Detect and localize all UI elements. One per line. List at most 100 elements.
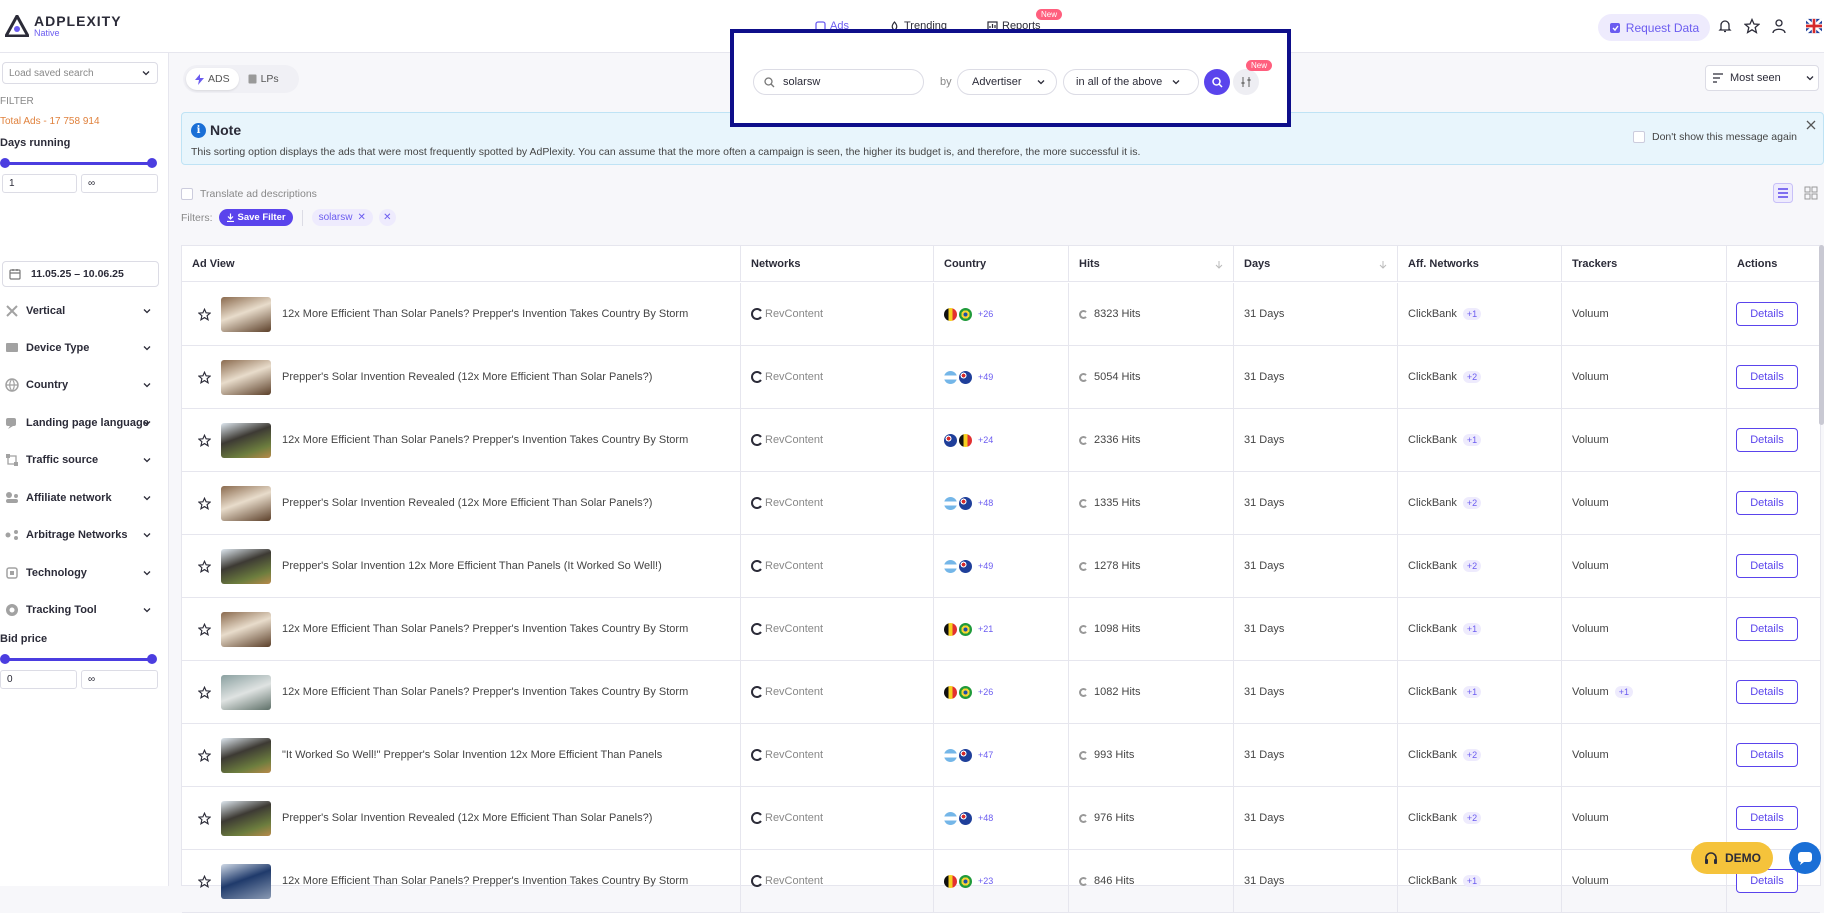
request-data-button[interactable]: Request Data xyxy=(1598,14,1710,41)
details-button[interactable]: Details xyxy=(1736,680,1798,704)
ad-view-cell[interactable]: Prepper's Solar Invention Revealed (12x … xyxy=(182,346,741,408)
aff-more-badge[interactable]: +2 xyxy=(1462,497,1482,509)
ad-thumbnail[interactable] xyxy=(221,548,271,584)
date-range-picker[interactable]: 11.05.25 – 10.06.25 xyxy=(2,261,159,287)
ad-title[interactable]: 12x More Efficient Than Solar Panels? Pr… xyxy=(282,623,688,635)
slider-max-handle[interactable] xyxy=(147,158,157,168)
ad-title[interactable]: Prepper's Solar Invention Revealed (12x … xyxy=(282,812,652,824)
tab-ads[interactable]: ADS xyxy=(186,68,239,90)
country-more-badge[interactable]: +48 xyxy=(974,497,997,509)
aff-more-badge[interactable]: +1 xyxy=(1462,686,1482,698)
ad-view-cell[interactable]: 12x More Efficient Than Solar Panels? Pr… xyxy=(182,850,741,912)
filter-traffic-source[interactable]: Traffic source xyxy=(0,447,156,473)
table-row[interactable]: 12x More Efficient Than Solar Panels? Pr… xyxy=(182,661,1820,724)
table-row[interactable]: Prepper's Solar Invention Revealed (12x … xyxy=(182,787,1820,850)
aff-more-badge[interactable]: +2 xyxy=(1462,371,1482,383)
aff-more-badge[interactable]: +1 xyxy=(1462,308,1482,320)
bell-icon[interactable] xyxy=(1717,18,1733,34)
demo-button[interactable]: DEMO xyxy=(1691,842,1773,874)
user-icon[interactable] xyxy=(1771,18,1787,34)
ad-view-cell[interactable]: 12x More Efficient Than Solar Panels? Pr… xyxy=(182,598,741,660)
col-country[interactable]: Country xyxy=(934,246,1069,282)
col-hits[interactable]: Hits xyxy=(1069,246,1234,282)
country-more-badge[interactable]: +26 xyxy=(974,686,997,698)
filter-landing-language[interactable]: Landing page language xyxy=(0,410,156,436)
ad-thumbnail[interactable] xyxy=(221,422,271,458)
search-field-select[interactable]: Advertiser xyxy=(957,69,1057,95)
scrollbar[interactable] xyxy=(1819,245,1824,425)
aff-more-badge[interactable]: +2 xyxy=(1462,560,1482,572)
aff-more-badge[interactable]: +1 xyxy=(1462,875,1482,887)
ad-thumbnail[interactable] xyxy=(221,611,271,647)
table-row[interactable]: 12x More Efficient Than Solar Panels? Pr… xyxy=(182,850,1820,913)
country-more-badge[interactable]: +24 xyxy=(974,434,997,446)
close-icon[interactable]: ✕ xyxy=(357,212,365,223)
star-icon[interactable] xyxy=(198,307,211,321)
close-icon[interactable] xyxy=(1806,120,1816,130)
filter-vertical[interactable]: Vertical xyxy=(0,298,156,324)
filter-tracking-tool[interactable]: Tracking Tool xyxy=(0,597,156,623)
tab-lps[interactable]: LPs xyxy=(239,68,288,90)
search-button[interactable] xyxy=(1204,69,1230,95)
filter-country[interactable]: Country xyxy=(0,372,156,398)
country-more-badge[interactable]: +23 xyxy=(974,875,997,887)
star-icon[interactable] xyxy=(198,370,211,384)
tracker-more-badge[interactable]: +1 xyxy=(1614,686,1633,698)
star-icon[interactable] xyxy=(1744,18,1760,34)
advanced-search-button[interactable] xyxy=(1233,69,1259,95)
days-min-input[interactable]: 1 xyxy=(2,174,77,193)
country-more-badge[interactable]: +47 xyxy=(974,749,997,761)
details-button[interactable]: Details xyxy=(1736,302,1798,326)
ad-view-cell[interactable]: 12x More Efficient Than Solar Panels? Pr… xyxy=(182,283,741,345)
checkbox[interactable] xyxy=(181,188,193,200)
table-row[interactable]: 12x More Efficient Than Solar Panels? Pr… xyxy=(182,409,1820,472)
country-more-badge[interactable]: +49 xyxy=(974,371,997,383)
checkbox[interactable] xyxy=(1633,131,1645,143)
details-button[interactable]: Details xyxy=(1736,491,1798,515)
filter-affiliate-network[interactable]: Affiliate network xyxy=(0,485,156,511)
aff-more-badge[interactable]: +1 xyxy=(1462,434,1482,446)
table-row[interactable]: 12x More Efficient Than Solar Panels? Pr… xyxy=(182,598,1820,661)
ad-thumbnail[interactable] xyxy=(221,737,271,773)
sort-select[interactable]: Most seen xyxy=(1705,65,1819,91)
country-more-badge[interactable]: +26 xyxy=(974,308,997,320)
slider-min-handle[interactable] xyxy=(0,158,10,168)
col-ad-view[interactable]: Ad View xyxy=(182,246,741,282)
filter-technology[interactable]: Technology xyxy=(0,560,156,586)
grid-view-icon[interactable] xyxy=(1801,183,1821,203)
filter-chip[interactable]: solarsw ✕ xyxy=(311,209,373,226)
translate-checkbox[interactable]: Translate ad descriptions xyxy=(181,188,317,200)
star-icon[interactable] xyxy=(198,748,211,762)
details-button[interactable]: Details xyxy=(1736,806,1798,830)
ad-thumbnail[interactable] xyxy=(221,863,271,899)
ad-view-cell[interactable]: Prepper's Solar Invention Revealed (12x … xyxy=(182,472,741,534)
ad-title[interactable]: "It Worked So Well!" Prepper's Solar Inv… xyxy=(282,749,662,761)
ad-thumbnail[interactable] xyxy=(221,485,271,521)
uk-flag-icon[interactable] xyxy=(1806,18,1822,34)
clear-filters-button[interactable]: ✕ xyxy=(378,209,396,226)
slider-max-handle[interactable] xyxy=(147,654,157,664)
details-button[interactable]: Details xyxy=(1736,428,1798,452)
table-row[interactable]: Prepper's Solar Invention Revealed (12x … xyxy=(182,346,1820,409)
filter-device-type[interactable]: Device Type xyxy=(0,335,156,361)
load-saved-search-select[interactable]: Load saved search xyxy=(2,62,158,84)
aff-more-badge[interactable]: +2 xyxy=(1462,812,1482,824)
col-trackers[interactable]: Trackers xyxy=(1562,246,1727,282)
ad-view-cell[interactable]: Prepper's Solar Invention 12x More Effic… xyxy=(182,535,741,597)
details-button[interactable]: Details xyxy=(1736,743,1798,767)
days-max-input[interactable]: ∞ xyxy=(81,174,158,193)
ad-view-cell[interactable]: 12x More Efficient Than Solar Panels? Pr… xyxy=(182,409,741,471)
ad-title[interactable]: Prepper's Solar Invention Revealed (12x … xyxy=(282,497,652,509)
ad-view-cell[interactable]: Prepper's Solar Invention Revealed (12x … xyxy=(182,787,741,849)
ad-view-cell[interactable]: 12x More Efficient Than Solar Panels? Pr… xyxy=(182,661,741,723)
slider-min-handle[interactable] xyxy=(0,654,10,664)
country-more-badge[interactable]: +21 xyxy=(974,623,997,635)
ad-thumbnail[interactable] xyxy=(221,359,271,395)
table-row[interactable]: 12x More Efficient Than Solar Panels? Pr… xyxy=(182,283,1820,346)
col-networks[interactable]: Networks xyxy=(741,246,934,282)
details-button[interactable]: Details xyxy=(1736,554,1798,578)
table-row[interactable]: Prepper's Solar Invention 12x More Effic… xyxy=(182,535,1820,598)
bid-min-input[interactable]: 0 xyxy=(0,670,77,689)
bid-max-input[interactable]: ∞ xyxy=(81,670,158,689)
search-scope-select[interactable]: in all of the above xyxy=(1063,69,1199,95)
